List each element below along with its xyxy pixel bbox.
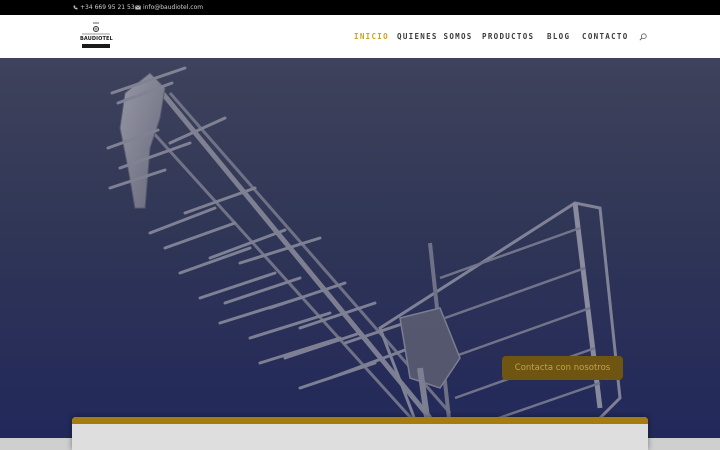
antenna-logo-icon [82, 22, 110, 35]
email-contact[interactable]: info@baudiotel.com [135, 3, 203, 12]
nav-item-contacto[interactable]: CONTACTO [582, 32, 629, 41]
nav-item-blog[interactable]: BLOG [547, 32, 570, 41]
phone-icon [73, 5, 78, 10]
nav-item-quienes-somos[interactable]: QUIENES SOMOS [397, 32, 473, 41]
site-header: BAUDIOTEL INICIO QUIENES SOMOS PRODUCTOS… [0, 15, 720, 58]
top-bar: +34 669 95 21 53 info@baudiotel.com [0, 0, 720, 15]
phone-number: +34 669 95 21 53 [80, 4, 135, 11]
logo-text: BAUDIOTEL [80, 36, 113, 42]
content-card [72, 417, 648, 450]
phone-contact[interactable]: +34 669 95 21 53 [73, 3, 135, 12]
nav-item-inicio[interactable]: INICIO [354, 32, 389, 41]
site-logo[interactable]: BAUDIOTEL [80, 20, 113, 50]
logo-bar [82, 44, 110, 48]
contact-cta-button[interactable]: Contacta con nosotros [502, 356, 623, 380]
hero-section: Contacta con nosotros [0, 58, 720, 438]
card-accent-bar [72, 417, 648, 424]
search-icon[interactable] [639, 33, 647, 41]
tv-antenna-image [106, 66, 622, 438]
nav-item-productos[interactable]: PRODUCTOS [482, 32, 534, 41]
email-address: info@baudiotel.com [143, 4, 204, 11]
envelope-icon [135, 5, 141, 10]
